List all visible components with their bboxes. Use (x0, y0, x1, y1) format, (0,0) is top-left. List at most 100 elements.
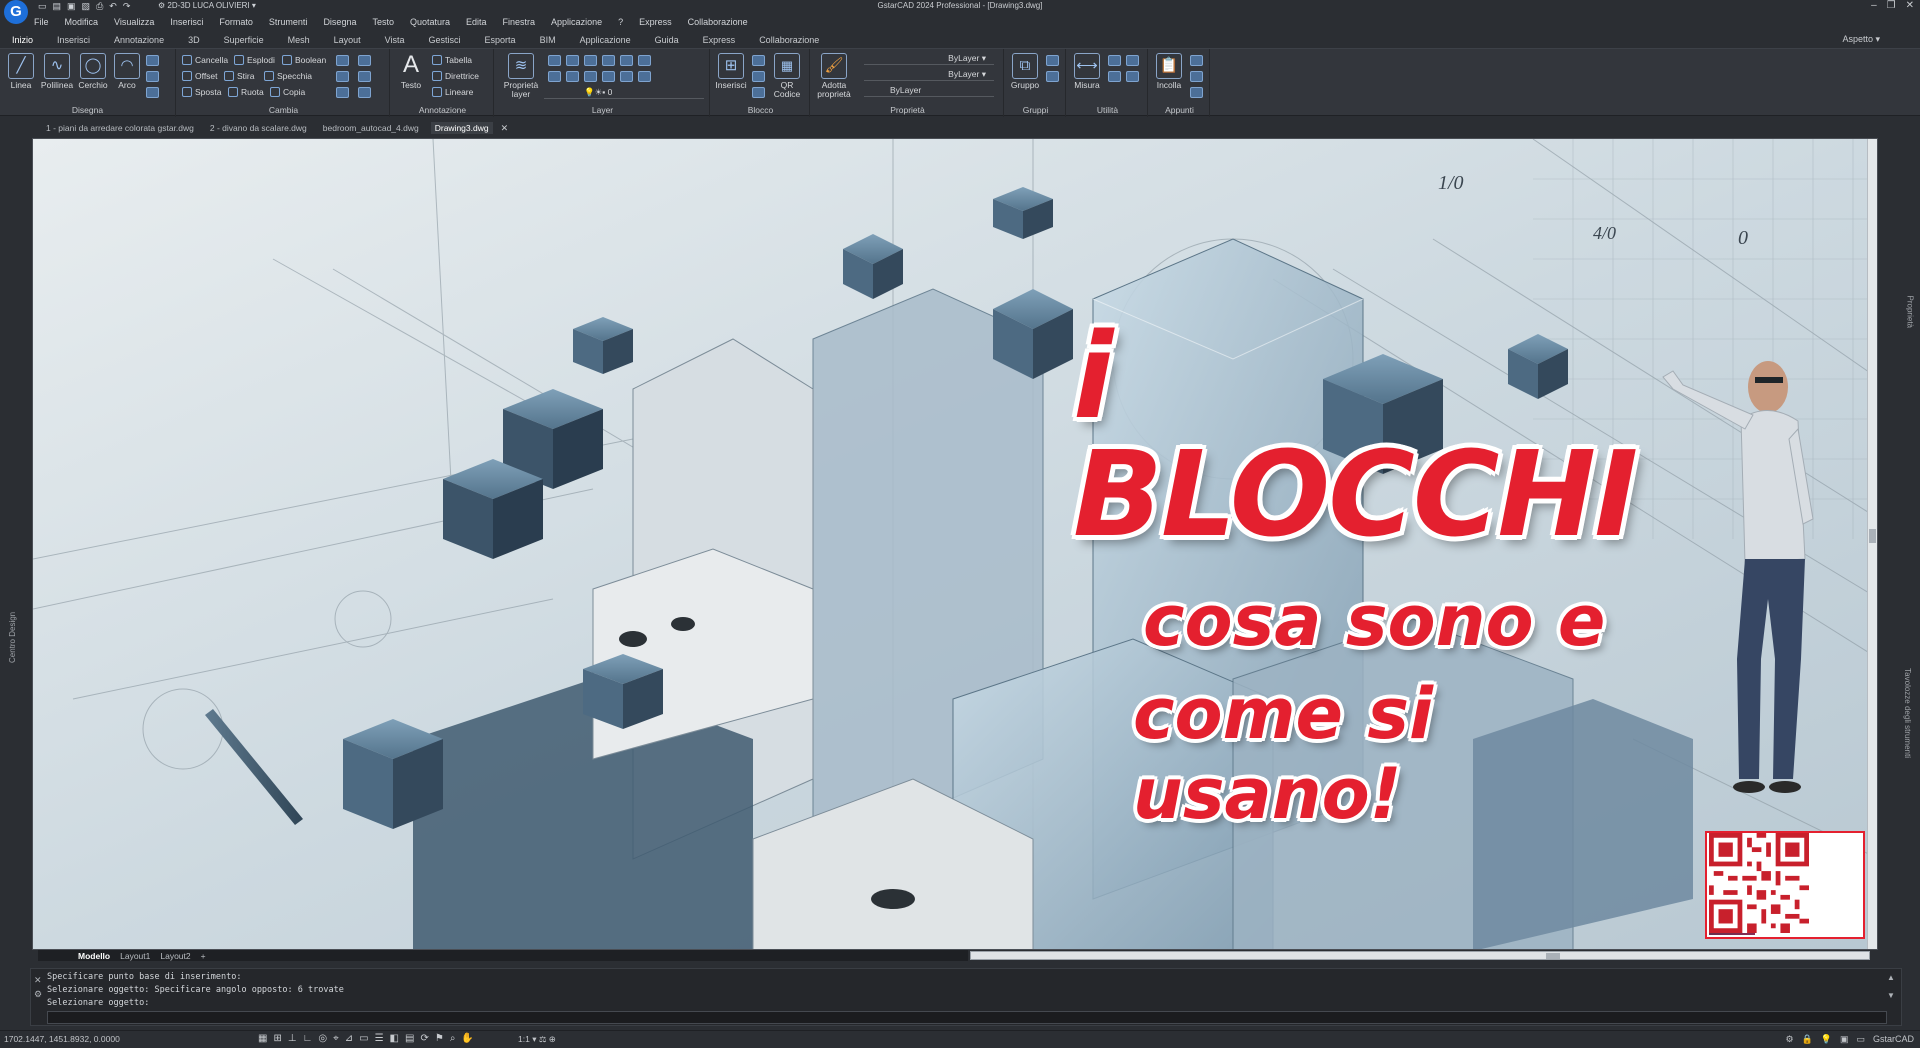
layer-freeze-icon[interactable] (566, 55, 579, 66)
boolean-tool[interactable]: Boolean (282, 53, 326, 67)
otrack-icon[interactable]: ⌖ (333, 1033, 339, 1044)
osnap-icon[interactable]: ◎ (318, 1033, 327, 1044)
layer-lock-icon[interactable] (584, 55, 597, 66)
tab-guida[interactable]: Guida (643, 35, 691, 45)
horizontal-scrollbar[interactable] (970, 951, 1870, 960)
block-create-icon[interactable] (752, 55, 765, 66)
polar-icon[interactable]: ∟ (303, 1033, 313, 1044)
move-tool[interactable]: Sposta (182, 85, 221, 99)
menu-testo[interactable]: Testo (372, 17, 394, 27)
menu-collaborazione[interactable]: Collaborazione (688, 17, 748, 27)
close-icon[interactable]: ✕ (1906, 0, 1914, 11)
group-edit-icon[interactable] (1046, 71, 1059, 82)
aspect-menu[interactable]: Aspetto ▾ (1842, 34, 1880, 45)
id-point-icon[interactable] (1108, 55, 1121, 66)
match-properties-tool[interactable]: 🖌 Adotta proprietà (814, 53, 854, 99)
block-edit-icon[interactable] (752, 71, 765, 82)
layer-unlock-icon[interactable] (584, 71, 597, 82)
properties-palette-label[interactable]: Proprietà (1905, 296, 1914, 328)
copy-clip-icon[interactable] (1190, 55, 1203, 66)
doc-tab-divano[interactable]: 2 - divano da scalare.dwg (206, 122, 311, 134)
tab-3d[interactable]: 3D (176, 35, 212, 45)
vertical-scroll-thumb[interactable] (1869, 529, 1876, 543)
layer-isolate-icon[interactable] (620, 55, 633, 66)
tab-applicazione[interactable]: Applicazione (568, 35, 643, 45)
workspace-gear-icon[interactable]: ⚙ (1785, 1034, 1793, 1045)
horizontal-scroll-thumb[interactable] (1546, 953, 1560, 959)
snap-icon[interactable]: ⊞ (273, 1033, 281, 1044)
tab-inserisci[interactable]: Inserisci (45, 35, 102, 45)
tab-express[interactable]: Express (691, 35, 748, 45)
dynamic-input-icon[interactable]: ▭ (359, 1033, 368, 1044)
tab-inizio[interactable]: Inizio (0, 35, 45, 45)
linear-dim-tool[interactable]: Lineare (432, 85, 473, 99)
close-cmdline-icon[interactable]: ✕ (34, 973, 44, 987)
grid-icon[interactable]: ▦ (258, 1033, 267, 1044)
command-scrollbar[interactable]: ▲ ▼ (1887, 973, 1897, 1011)
add-layout-button[interactable]: + (201, 951, 206, 961)
circle-tool[interactable]: ◯ Cerchio (76, 53, 110, 90)
qr-code-tool[interactable]: ▦ QR Codice (770, 53, 804, 99)
rotate-tool[interactable]: Ruota (228, 85, 264, 99)
drawing-canvas[interactable]: 1/0 0 4/0 i BLOCCHI cosa sono e come si … (32, 138, 1878, 950)
tab-gestisci[interactable]: Gestisci (417, 35, 473, 45)
tab-collaborazione[interactable]: Collaborazione (747, 35, 831, 45)
restore-icon[interactable]: ❐ (1887, 0, 1896, 11)
tool-palettes-label[interactable]: Tavolozze degli strumenti (1903, 668, 1912, 758)
group-tool[interactable]: ⧉ Gruppo (1008, 53, 1042, 90)
fillet-icon[interactable] (336, 87, 349, 98)
ortho-icon[interactable]: ⊥ (288, 1033, 297, 1044)
polyline-tool[interactable]: ∿ Polilinea (40, 53, 74, 90)
cut-icon[interactable] (1190, 71, 1203, 82)
line-tool[interactable]: ╱ Linea (4, 53, 38, 90)
tab-mesh[interactable]: Mesh (276, 35, 322, 45)
copy-tool[interactable]: Copia (270, 85, 305, 99)
tab-layout[interactable]: Layout (322, 35, 373, 45)
tab-annotazione[interactable]: Annotazione (102, 35, 176, 45)
menu-file[interactable]: File (34, 17, 49, 27)
menu-formato[interactable]: Formato (219, 17, 253, 27)
erase-tool[interactable]: Cancella (182, 53, 228, 67)
menu-applicazione[interactable]: Applicazione (551, 17, 602, 27)
annotation-scale[interactable]: 1:1 ▾ ⚖ ⊕ (518, 1034, 556, 1045)
quick-properties-icon[interactable]: ▤ (405, 1033, 414, 1044)
doc-tab-bedroom[interactable]: bedroom_autocad_4.dwg (319, 122, 423, 134)
layer-dropdown[interactable]: 💡☀▪ 0 (544, 87, 704, 99)
tab-layout2[interactable]: Layout2 (160, 951, 190, 961)
command-input[interactable] (47, 1011, 1887, 1024)
menu-quotatura[interactable]: Quotatura (410, 17, 450, 27)
hatch-icon[interactable] (146, 55, 159, 66)
tab-bim[interactable]: BIM (528, 35, 568, 45)
customize-cmdline-icon[interactable]: ⚙ (34, 987, 44, 1001)
select-all-icon[interactable] (1126, 71, 1139, 82)
rectangle-icon[interactable] (146, 87, 159, 98)
ungroup-icon[interactable] (1046, 55, 1059, 66)
menu-edita[interactable]: Edita (466, 17, 487, 27)
isolate-objects-icon[interactable]: 💡 (1821, 1034, 1832, 1045)
table-tool[interactable]: Tabella (432, 53, 472, 67)
mirror-tool[interactable]: Specchia (264, 69, 312, 83)
dynamic-ucs-icon[interactable]: ⊿ (345, 1033, 353, 1044)
app-logo-icon[interactable]: G (4, 0, 28, 24)
design-center-label[interactable]: Centro Design (8, 612, 17, 663)
menu-disegna[interactable]: Disegna (323, 17, 356, 27)
stretch-tool[interactable]: Stira (224, 69, 254, 83)
clean-screen-icon[interactable]: ▭ (1856, 1034, 1865, 1045)
tab-vista[interactable]: Vista (373, 35, 417, 45)
lineweight-icon[interactable]: ☰ (375, 1033, 384, 1044)
layer-unisolate-icon[interactable] (638, 55, 651, 66)
layer-walk-icon[interactable] (620, 71, 633, 82)
menu-help[interactable]: ? (618, 17, 623, 27)
layer-match-icon[interactable] (602, 55, 615, 66)
extend-icon[interactable] (358, 71, 371, 82)
insert-block-tool[interactable]: ⊞ Inserisci (714, 53, 748, 90)
text-tool[interactable]: A Testo (394, 53, 428, 90)
array-icon[interactable] (336, 55, 349, 66)
trim-icon[interactable] (336, 71, 349, 82)
lock-ui-icon[interactable]: 🔒 (1802, 1034, 1813, 1045)
doc-tab-drawing3[interactable]: Drawing3.dwg (430, 122, 493, 134)
layer-off-icon[interactable] (548, 71, 561, 82)
quick-select-icon[interactable] (1108, 71, 1121, 82)
layer-merge-icon[interactable] (638, 71, 651, 82)
vertical-scrollbar[interactable] (1867, 139, 1877, 949)
